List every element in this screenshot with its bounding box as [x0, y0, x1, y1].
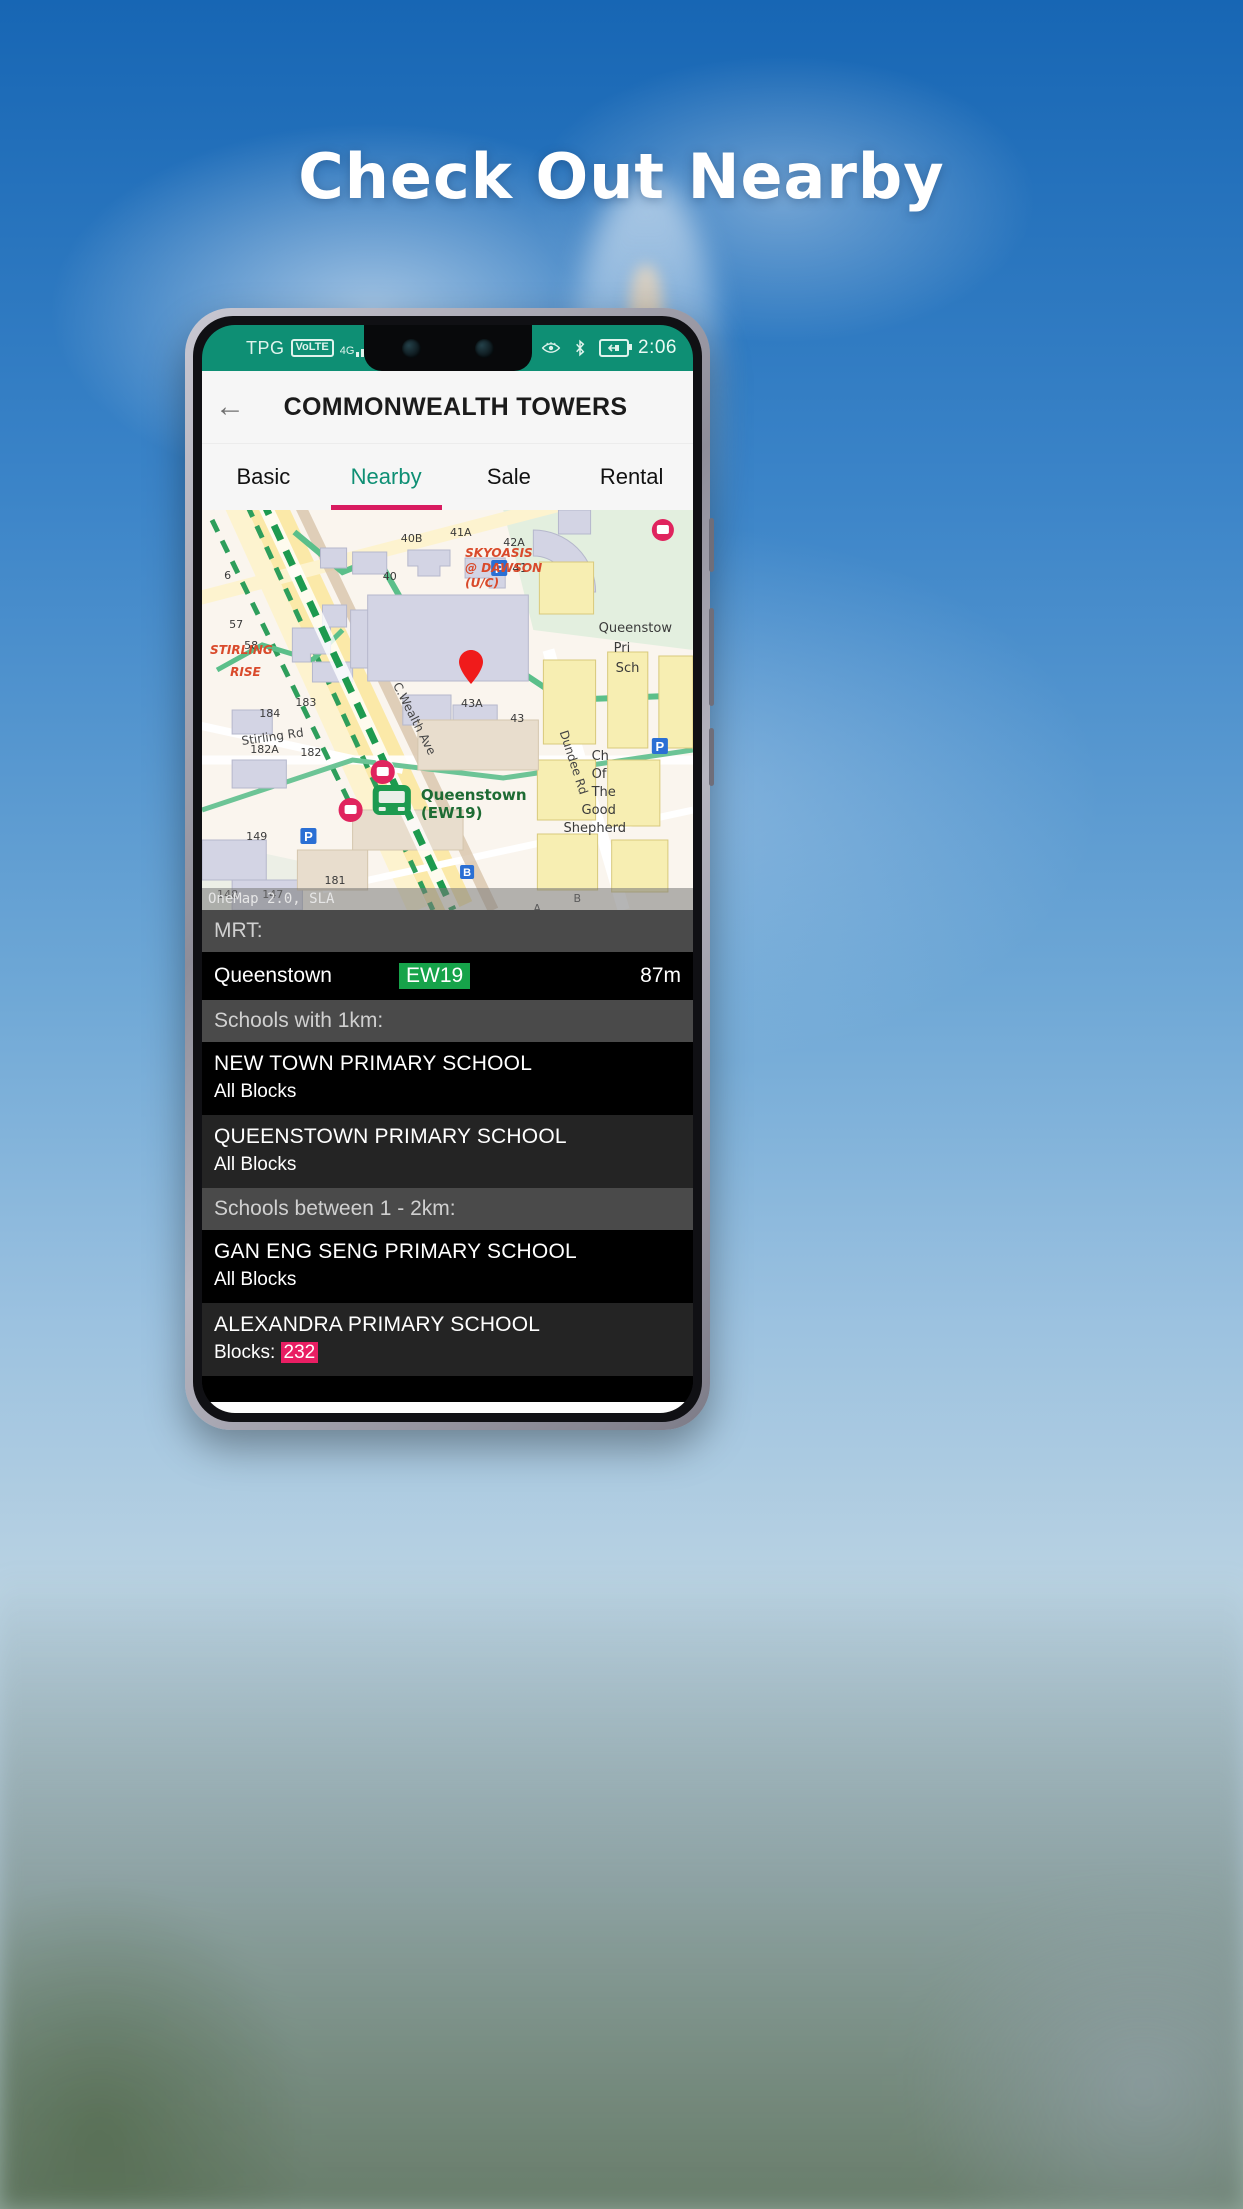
status-right-group: 2:06 — [541, 325, 677, 371]
svg-text:Pri: Pri — [614, 641, 631, 656]
battery-charging-icon — [599, 339, 633, 357]
school-blocks-label: All Blocks — [214, 1269, 297, 1290]
bluetooth-icon — [576, 339, 585, 357]
school-blocks-label: All Blocks — [214, 1154, 297, 1175]
school-blocks-value: 232 — [280, 1342, 319, 1363]
school-name: ALEXANDRA PRIMARY SCHOOL — [214, 1313, 541, 1336]
svg-text:40B: 40B — [401, 532, 423, 545]
svg-text:Ch: Ch — [592, 749, 609, 764]
table-row[interactable]: QUEENSTOWN PRIMARY SCHOOL All Blocks — [202, 1115, 693, 1188]
list-bottom-filler — [202, 1376, 693, 1402]
section-header-mrt: MRT: — [202, 910, 693, 952]
map-canvas: P P P B 41A42A 40B40 41 43A43 65758 1841… — [202, 510, 693, 910]
svg-text:Of: Of — [592, 767, 607, 782]
table-row[interactable]: Queenstown EW19 87m — [202, 952, 693, 1000]
network-type-label: 4G — [339, 344, 355, 357]
carrier-label: TPG — [246, 337, 285, 358]
background-foreground-blur — [0, 1569, 1243, 2209]
map-attribution: OneMap 2.0, SLA — [202, 888, 693, 910]
tab-rental[interactable]: Rental — [570, 444, 693, 510]
table-row[interactable]: ALEXANDRA PRIMARY SCHOOL Blocks: 232 — [202, 1303, 693, 1376]
svg-text:P: P — [304, 829, 313, 844]
svg-text:184: 184 — [259, 707, 280, 720]
svg-text:181: 181 — [324, 874, 345, 887]
table-row[interactable]: NEW TOWN PRIMARY SCHOOL All Blocks — [202, 1042, 693, 1115]
phone-notch — [363, 325, 532, 371]
svg-text:40: 40 — [383, 570, 397, 583]
svg-text:RISE: RISE — [230, 665, 261, 679]
android-status-bar: TPG VoLTE 4G 2:06 — [202, 325, 693, 371]
volte-badge: VoLTE — [290, 339, 334, 357]
location-pin-icon — [459, 650, 483, 684]
svg-text:@ DAWSON: @ DAWSON — [465, 561, 542, 575]
tab-nearby[interactable]: Nearby — [325, 444, 448, 510]
svg-text:Queenstow: Queenstow — [599, 621, 673, 636]
school-blocks: All Blocks — [214, 1154, 681, 1176]
svg-text:P: P — [656, 739, 665, 754]
svg-text:(U/C): (U/C) — [465, 576, 499, 590]
svg-text:SKYOASIS: SKYOASIS — [465, 546, 533, 560]
nearby-list: MRT: Queenstown EW19 87m Schools with 1k… — [202, 910, 693, 1402]
svg-text:B: B — [463, 867, 471, 879]
phone-power-button — [709, 608, 714, 706]
map-view[interactable]: P P P B 41A 42A 40B 40 41 43A 43 6 57 58… — [202, 510, 693, 910]
svg-text:149: 149 — [246, 830, 267, 843]
app-bar: ← COMMONWEALTH TOWERS — [202, 371, 693, 444]
phone-volume-button — [709, 518, 714, 572]
page-title: COMMONWEALTH TOWERS — [283, 392, 628, 421]
svg-text:57: 57 — [229, 618, 243, 631]
svg-text:Sch: Sch — [616, 661, 640, 676]
svg-text:43A: 43A — [461, 697, 483, 710]
promo-headline: Check Out Nearby — [298, 140, 945, 213]
school-name: GAN ENG SENG PRIMARY SCHOOL — [214, 1240, 577, 1263]
svg-text:183: 183 — [295, 696, 316, 709]
svg-text:STIRLING: STIRLING — [210, 643, 273, 657]
tab-bar: Basic Nearby Sale Rental — [202, 444, 693, 510]
mrt-station-code-badge: EW19 — [399, 963, 471, 989]
svg-text:The: The — [591, 785, 616, 800]
eye-icon — [541, 342, 561, 353]
school-blocks: Blocks: 232 — [214, 1342, 681, 1364]
school-blocks: All Blocks — [214, 1269, 681, 1291]
mrt-station-name: Queenstown — [214, 964, 332, 987]
svg-text:Shepherd: Shepherd — [563, 821, 626, 836]
school-blocks-label: Blocks: — [214, 1342, 281, 1363]
school-blocks-label: All Blocks — [214, 1081, 297, 1102]
map-station-label-line2: (EW19) — [421, 804, 483, 822]
mrt-distance: 87m — [640, 964, 681, 987]
section-header-schools-2km: Schools between 1 - 2km: — [202, 1188, 693, 1230]
map-station-label-line1: Queenstown — [421, 786, 527, 804]
school-name: QUEENSTOWN PRIMARY SCHOOL — [214, 1125, 567, 1148]
school-name: NEW TOWN PRIMARY SCHOOL — [214, 1052, 533, 1075]
tab-sale[interactable]: Sale — [448, 444, 571, 510]
table-row[interactable]: GAN ENG SENG PRIMARY SCHOOL All Blocks — [202, 1230, 693, 1303]
phone-screen: TPG VoLTE 4G 2:06 ← COMMONWEALTH TOWERS … — [202, 325, 693, 1413]
android-nav-bar — [202, 1402, 693, 1413]
front-sensor-icon — [474, 338, 494, 358]
svg-text:182: 182 — [300, 746, 321, 759]
front-camera-icon — [401, 338, 421, 358]
svg-text:41A: 41A — [450, 526, 472, 539]
status-clock: 2:06 — [638, 337, 677, 358]
school-blocks: All Blocks — [214, 1081, 681, 1103]
svg-text:43: 43 — [510, 712, 524, 725]
phone-extra-button — [709, 728, 714, 786]
phone-bezel: TPG VoLTE 4G 2:06 ← COMMONWEALTH TOWERS … — [193, 316, 702, 1422]
section-header-schools-1km: Schools with 1km: — [202, 1000, 693, 1042]
back-arrow-icon[interactable]: ← — [202, 390, 258, 424]
svg-text:Good: Good — [582, 803, 616, 818]
svg-text:6: 6 — [224, 569, 231, 582]
phone-device-frame: TPG VoLTE 4G 2:06 ← COMMONWEALTH TOWERS … — [185, 308, 714, 1430]
tab-basic[interactable]: Basic — [202, 444, 325, 510]
